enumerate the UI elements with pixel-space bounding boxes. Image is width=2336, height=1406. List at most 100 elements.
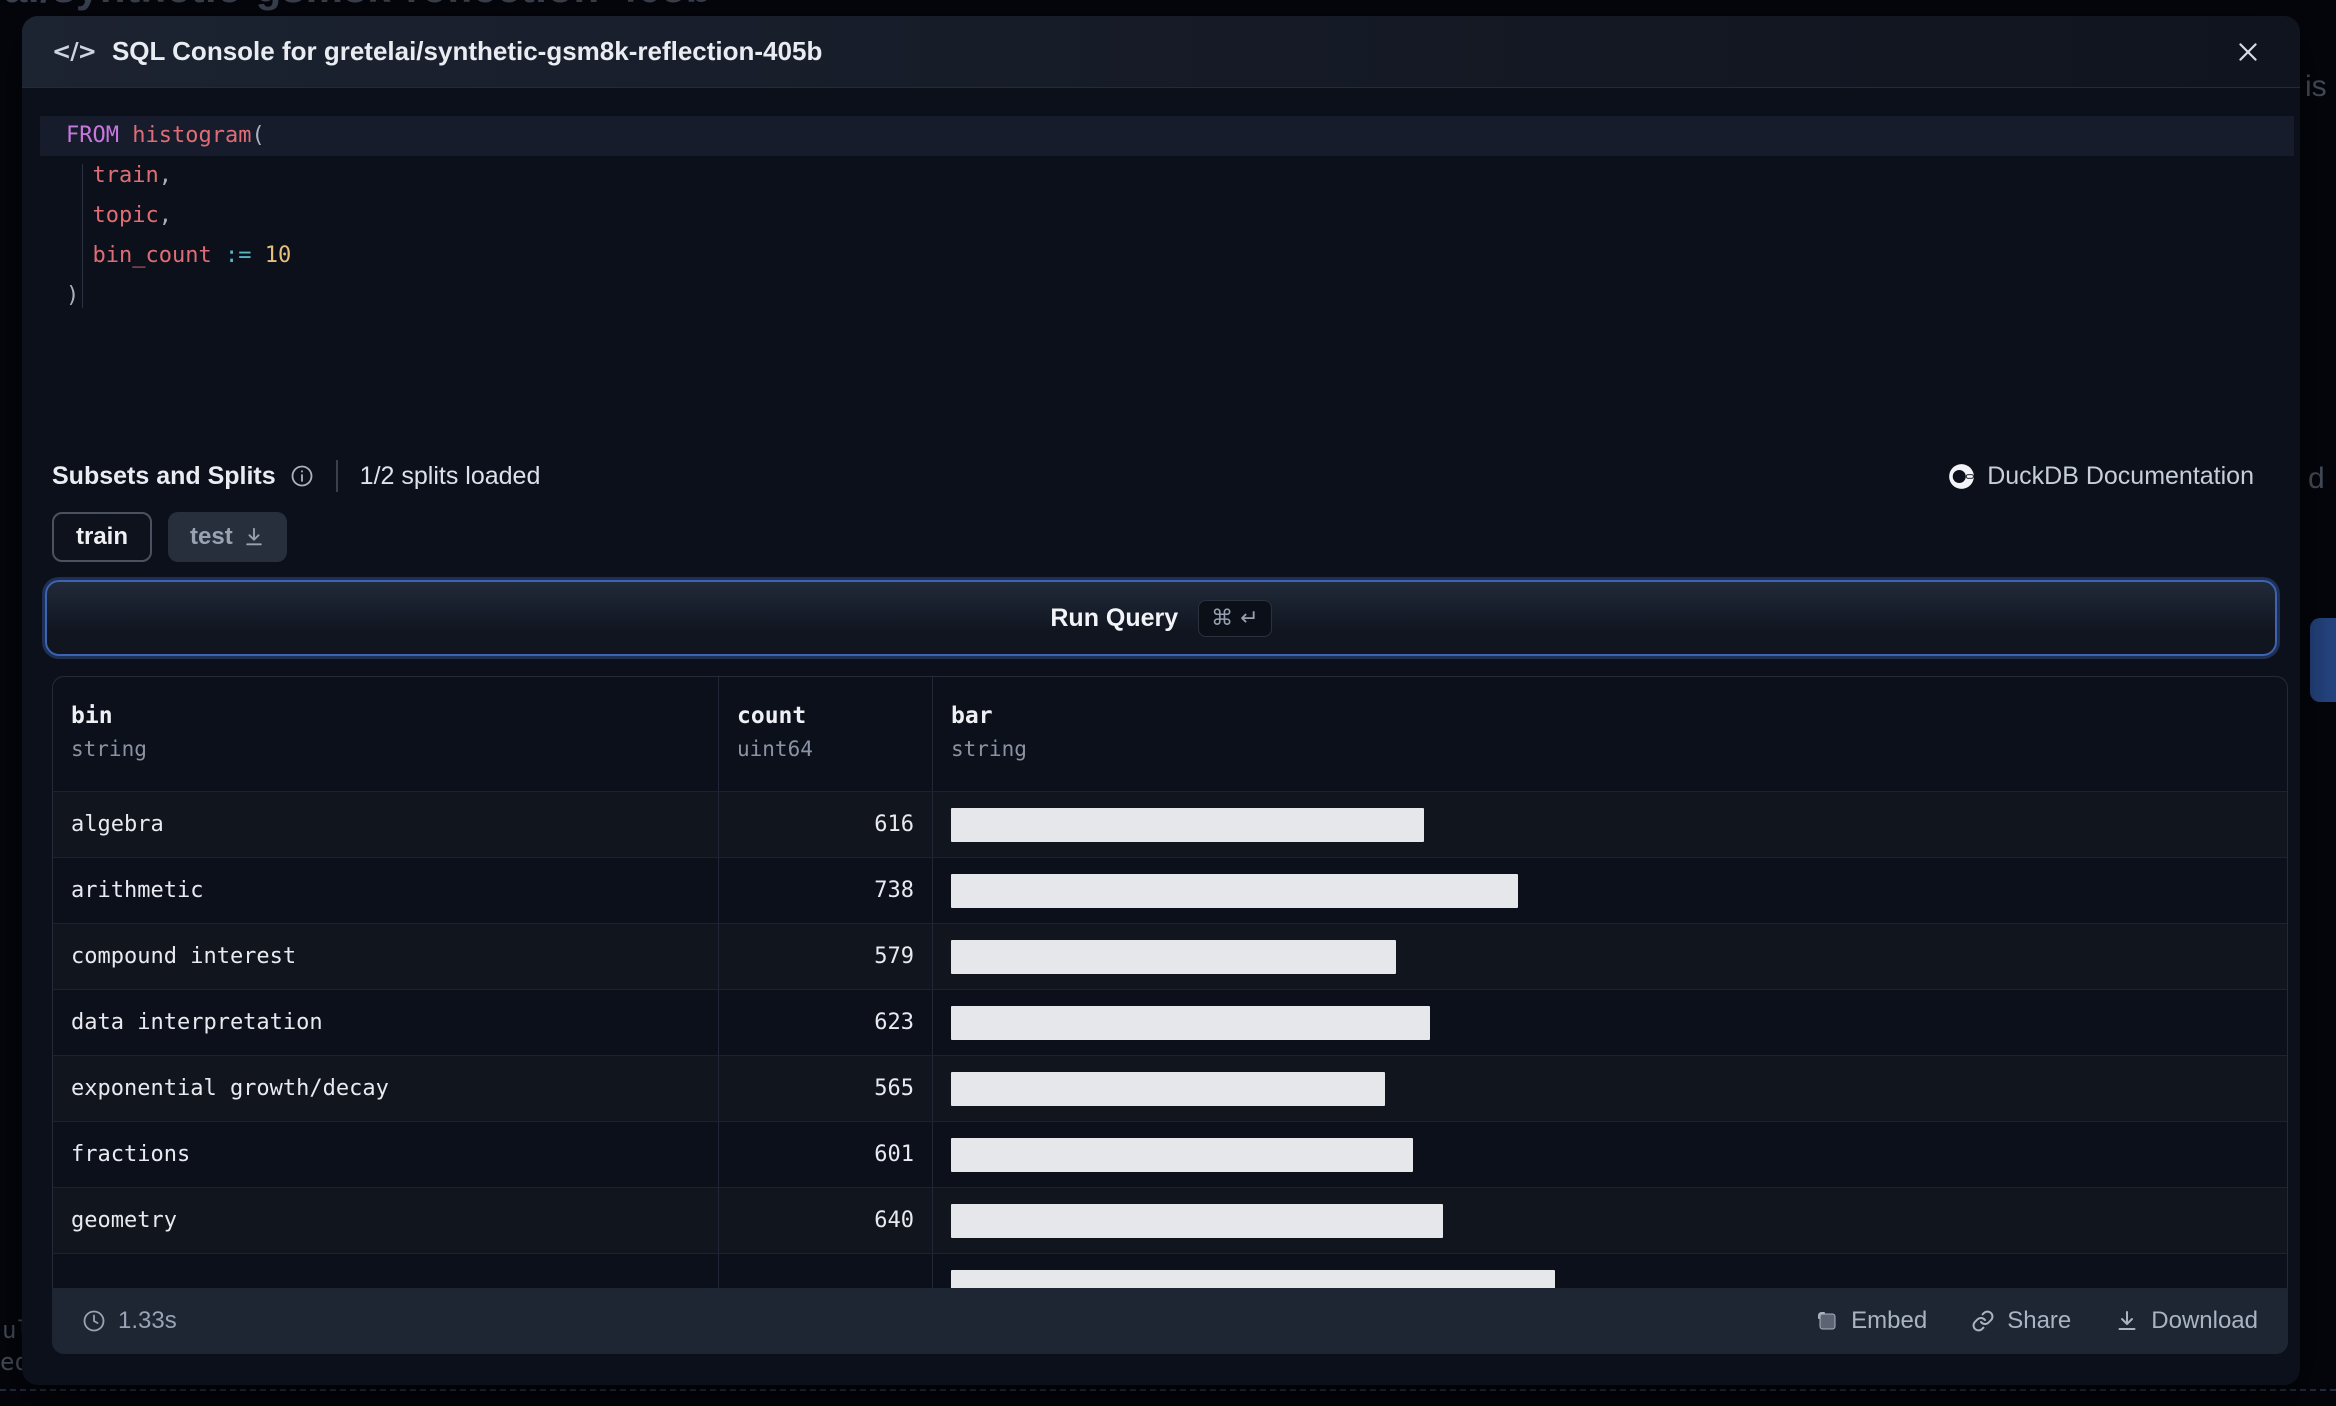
- bar-cell: [932, 1188, 2287, 1253]
- background-page-heading: ai/synthetic-gsm8k-reflection-405b: [0, 0, 1200, 14]
- count-cell: [718, 1254, 932, 1288]
- histogram-bar: [951, 939, 1396, 974]
- histogram-bar: [951, 873, 1518, 908]
- background-text-fragment: d: [2308, 462, 2325, 495]
- bin-cell: [53, 1254, 718, 1288]
- code-line: bin_count := 10: [92, 243, 292, 268]
- count-cell: 579: [718, 924, 932, 989]
- query-duration: 1.33s: [82, 1307, 177, 1335]
- split-test-label: test: [190, 523, 233, 550]
- bar-cell: [932, 990, 2287, 1055]
- count-cell: 565: [718, 1056, 932, 1121]
- subsets-row: Subsets and Splits 1/2 splits loaded Duc…: [52, 452, 2254, 500]
- results-table[interactable]: bin string count uint64 bar string algebra 616 a…: [52, 676, 2288, 1288]
- column-header-bin[interactable]: bin string: [53, 677, 718, 791]
- table-row[interactable]: arithmetic 738: [53, 857, 2287, 923]
- bin-cell: exponential growth/decay: [71, 1076, 389, 1101]
- clock-icon: [83, 1310, 105, 1332]
- splits-loaded-status: 1/2 splits loaded: [359, 461, 541, 490]
- duckdb-documentation-link[interactable]: DuckDB Documentation: [1948, 462, 2254, 491]
- code-line: train,: [92, 163, 172, 188]
- bar-cell: [932, 792, 2287, 857]
- column-type: string: [71, 737, 147, 761]
- share-icon: [1972, 1310, 1994, 1332]
- modal-title: SQL Console for gretelai/synthetic-gsm8k…: [111, 36, 823, 66]
- bar-cell: [932, 924, 2287, 989]
- bar-cell: [932, 1122, 2287, 1187]
- count-cell: 623: [718, 990, 932, 1055]
- split-test-button[interactable]: test: [168, 512, 287, 562]
- column-type: uint64: [737, 737, 813, 761]
- code-line: FROM histogram(: [40, 116, 2294, 156]
- duckdb-logo-icon: [1949, 463, 1975, 489]
- column-header-count[interactable]: count uint64: [718, 677, 932, 791]
- code-brackets-icon: </>: [52, 38, 97, 65]
- background-divider: [0, 1389, 2336, 1391]
- bin-cell: algebra: [71, 812, 164, 837]
- query-duration-value: 1.33s: [118, 1307, 177, 1334]
- background-text-fragment: is: [2305, 70, 2327, 103]
- results-footer: 1.33s Embed Share Download: [52, 1288, 2288, 1354]
- subsets-title: Subsets and Splits: [52, 461, 276, 490]
- bar-cell: [932, 1056, 2287, 1121]
- download-split-icon: [245, 527, 262, 546]
- code-line: ): [66, 283, 80, 308]
- histogram-bar: [951, 1270, 1555, 1288]
- share-label: Share: [2007, 1307, 2072, 1334]
- split-train-button[interactable]: train: [52, 512, 153, 562]
- bin-cell: fractions: [71, 1142, 191, 1167]
- table-row[interactable]: exponential growth/decay 565: [53, 1055, 2287, 1121]
- split-train-label: train: [76, 523, 129, 550]
- table-row[interactable]: data interpretation 623: [53, 989, 2287, 1055]
- count-cell: 601: [718, 1122, 932, 1187]
- sql-editor[interactable]: FROM histogram( train, topic, bin_count …: [40, 116, 2294, 316]
- bin-cell: arithmetic: [71, 878, 204, 903]
- indent-guide: [82, 164, 83, 308]
- share-button[interactable]: Share: [1971, 1307, 2071, 1335]
- footer-actions: Embed Share Download: [1815, 1307, 2258, 1335]
- run-query-button[interactable]: Run Query ⌘ ↵: [45, 580, 2277, 656]
- download-button[interactable]: Download: [2115, 1307, 2258, 1335]
- histogram-bar: [951, 1071, 1385, 1106]
- modal-header: </> SQL Console for gretelai/synthetic-g…: [22, 16, 2300, 88]
- sql-console-modal: </> SQL Console for gretelai/synthetic-g…: [22, 16, 2300, 1385]
- table-row[interactable]: geometry 640: [53, 1187, 2287, 1253]
- bin-cell: geometry: [71, 1208, 177, 1233]
- bar-cell: [932, 858, 2287, 923]
- embed-icon: [1818, 1312, 1836, 1330]
- column-type: string: [951, 737, 1027, 761]
- download-label: Download: [2151, 1307, 2258, 1334]
- column-header-bar[interactable]: bar string: [932, 677, 2287, 791]
- embed-button[interactable]: Embed: [1815, 1307, 1927, 1335]
- embed-label: Embed: [1851, 1307, 1928, 1334]
- run-query-kbd-shortcut: ⌘ ↵: [1198, 599, 1272, 637]
- count-cell: 738: [718, 858, 932, 923]
- count-cell: 616: [718, 792, 932, 857]
- table-row[interactable]: algebra 616: [53, 791, 2287, 857]
- bar-cell: [932, 1254, 2287, 1288]
- bin-cell: compound interest: [71, 944, 297, 969]
- table-row[interactable]: fractions 601: [53, 1121, 2287, 1187]
- close-icon: [2239, 42, 2257, 61]
- histogram-bar: [951, 1137, 1413, 1172]
- column-name: bar: [951, 703, 993, 729]
- splits-row: train test: [52, 512, 287, 562]
- histogram-bar: [951, 1203, 1443, 1238]
- histogram-bar: [951, 1005, 1430, 1040]
- info-icon[interactable]: [290, 464, 314, 488]
- column-name: count: [737, 703, 807, 729]
- download-icon: [2118, 1311, 2136, 1330]
- column-name: bin: [71, 703, 113, 729]
- close-button[interactable]: [2226, 30, 2270, 74]
- duckdb-link-label: DuckDB Documentation: [1987, 461, 2254, 490]
- code-line: topic,: [92, 203, 172, 228]
- table-header-row: bin string count uint64 bar string: [53, 677, 2287, 791]
- histogram-bar: [951, 807, 1424, 842]
- count-cell: 640: [718, 1188, 932, 1253]
- bin-cell: data interpretation: [71, 1010, 323, 1035]
- run-query-label: Run Query: [1050, 603, 1179, 632]
- background-button-sliver: [2310, 618, 2336, 702]
- table-row-partial[interactable]: [53, 1253, 2287, 1288]
- vertical-divider: [335, 460, 338, 492]
- table-row[interactable]: compound interest 579: [53, 923, 2287, 989]
